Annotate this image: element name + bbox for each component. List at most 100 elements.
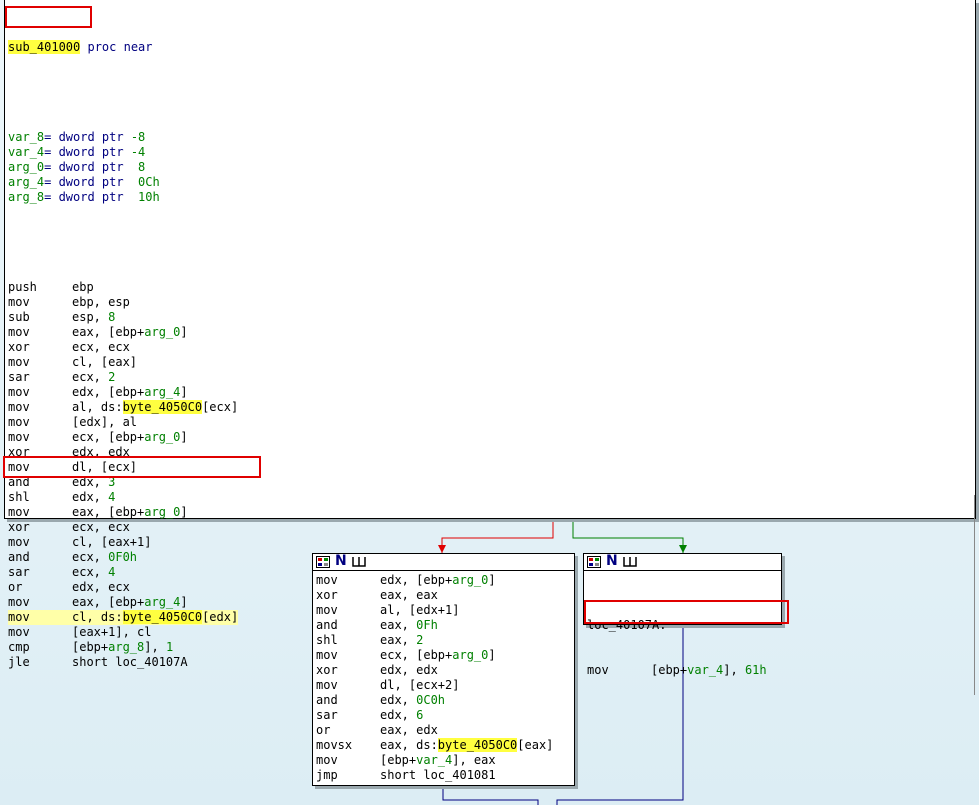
immediate-value[interactable]: 0C0h	[416, 693, 445, 707]
operand-text: [ebp+	[380, 753, 417, 767]
instruction-line[interactable]: mov eax, [ebp+arg_0]	[8, 505, 238, 520]
immediate-value[interactable]: 0F0h	[108, 550, 137, 564]
instruction-line[interactable]: mov [edx], al	[8, 415, 238, 430]
instruction-line[interactable]: cmp [ebp+arg_8], 1	[8, 640, 238, 655]
immediate-value[interactable]: 4	[108, 490, 115, 504]
mnemonic: mov	[8, 325, 30, 339]
block-header: N	[313, 554, 574, 571]
instruction-line[interactable]: mov ecx, [ebp+arg_0]	[8, 430, 238, 445]
instruction-line[interactable]: shl eax, 2	[316, 633, 553, 648]
immediate-value[interactable]: 4	[108, 565, 115, 579]
stack-var-ref[interactable]: arg_0	[452, 648, 488, 662]
code-block-left[interactable]: N mov edx, [ebp+arg_0] xor eax, eax mov al, […	[312, 553, 575, 786]
mnemonic: or	[316, 723, 331, 737]
instruction-line[interactable]: mov [ebp+var_4], eax	[316, 753, 553, 768]
instruction-line[interactable]: mov al, ds:byte_4050C0[ecx]	[8, 400, 238, 415]
stack-var-ref[interactable]: arg_0	[452, 573, 488, 587]
stack-var-ref[interactable]: var_4	[416, 753, 452, 767]
instruction-line[interactable]: mov eax, [ebp+arg_0]	[8, 325, 238, 340]
instruction-line[interactable]: jmp short loc_401081	[316, 768, 553, 783]
immediate-value[interactable]: 0Fh	[416, 618, 438, 632]
immediate-value[interactable]: 1	[166, 640, 173, 654]
graph-node-n-icon: N	[335, 553, 347, 569]
instruction-line[interactable]: mov cl, ds:byte_4050C0[edx]	[8, 610, 239, 625]
immediate-value[interactable]: 2	[416, 633, 423, 647]
stack-var-name[interactable]: var_4	[8, 145, 44, 159]
right-scroll-edge[interactable]	[974, 495, 979, 695]
graph-node-flow-icon	[622, 556, 638, 568]
mnemonic: mov	[8, 355, 30, 369]
stack-var-decl[interactable]: var_4= dword ptr -4	[8, 145, 238, 160]
immediate-value[interactable]: 61h	[745, 663, 767, 677]
instruction-line[interactable]: mov ebp, esp	[8, 295, 238, 310]
operand-text: ecx, [ebp+	[380, 648, 453, 662]
stack-var-decl[interactable]: arg_0= dword ptr 8	[8, 160, 238, 175]
stack-var-decl[interactable]: arg_8= dword ptr 10h	[8, 190, 238, 205]
code-block-right[interactable]: N loc_40107A: mov [ebp+var_4], 61h	[583, 553, 789, 677]
highlighted-symbol[interactable]: byte_4050C0	[122, 610, 203, 624]
code-block-main[interactable]: sub_401000 proc near var_8= dword ptr -8…	[3, 0, 976, 669]
instruction-line[interactable]: mov eax, [ebp+arg_4]	[8, 595, 238, 610]
graph-node-flow-icon	[351, 556, 367, 568]
instruction-line[interactable]: push ebp	[8, 280, 238, 295]
operand-text: edx,	[72, 490, 109, 504]
instruction-line[interactable]: mov cl, [eax+1]	[8, 535, 238, 550]
instruction-line[interactable]: mov dl, [ecx+2]	[316, 678, 553, 693]
instruction-line[interactable]: or edx, ecx	[8, 580, 238, 595]
func-name[interactable]: sub_401000	[8, 40, 81, 54]
immediate-value[interactable]: 6	[416, 708, 423, 722]
operand-text: eax, [ebp+	[72, 595, 145, 609]
instruction-line[interactable]: sar ecx, 2	[8, 370, 238, 385]
mnemonic: shl	[316, 633, 338, 647]
mnemonic: mov	[8, 400, 30, 414]
instruction-line[interactable]: and eax, 0Fh	[316, 618, 553, 633]
operand-text: short loc_40107A	[72, 655, 188, 669]
instruction-line[interactable]: mov [ebp+var_4], 61h	[587, 663, 767, 678]
highlighted-symbol[interactable]: byte_4050C0	[122, 400, 203, 414]
instruction-line[interactable]: mov al, [edx+1]	[316, 603, 553, 618]
operand-text: ]	[488, 573, 496, 587]
operand-text: ]	[180, 325, 188, 339]
instruction-line[interactable]: sar ecx, 4	[8, 565, 238, 580]
stack-var-ref[interactable]: arg_4	[144, 595, 180, 609]
immediate-value[interactable]: 8	[108, 310, 115, 324]
instruction-line[interactable]: sar edx, 6	[316, 708, 553, 723]
stack-var-ref[interactable]: arg_4	[144, 385, 180, 399]
instruction-line[interactable]: and edx, 0C0h	[316, 693, 553, 708]
instruction-line[interactable]: and ecx, 0F0h	[8, 550, 238, 565]
highlighted-symbol[interactable]: byte_4050C0	[437, 738, 518, 752]
instruction-line[interactable]: mov edx, [ebp+arg_4]	[8, 385, 238, 400]
instruction-line[interactable]: xor ecx, ecx	[8, 340, 238, 355]
instruction-line[interactable]: xor edx, edx	[316, 663, 553, 678]
instruction-line[interactable]: sub esp, 8	[8, 310, 238, 325]
instruction-line[interactable]: xor eax, eax	[316, 588, 553, 603]
stack-var-name[interactable]: arg_8	[8, 190, 44, 204]
instruction-line[interactable]: mov [eax+1], cl	[8, 625, 238, 640]
stack-var-ref[interactable]: arg_0	[144, 505, 180, 519]
instruction-line[interactable]: mov edx, [ebp+arg_0]	[316, 573, 553, 588]
mnemonic: sub	[8, 310, 30, 324]
stack-var-name[interactable]: arg_0	[8, 160, 44, 174]
instruction-line[interactable]: mov ecx, [ebp+arg_0]	[316, 648, 553, 663]
stack-var-decl[interactable]: var_8= dword ptr -8	[8, 130, 238, 145]
stack-var-ref[interactable]: arg_0	[144, 430, 180, 444]
instruction-line[interactable]: jle short loc_40107A	[8, 655, 238, 670]
operand-text: cl, [eax+1]	[72, 535, 152, 549]
instruction-line[interactable]: or eax, edx	[316, 723, 553, 738]
stack-var-decl[interactable]: arg_4= dword ptr 0Ch	[8, 175, 238, 190]
mnemonic: mov	[587, 663, 609, 677]
stack-var-ref[interactable]: arg_8	[108, 640, 144, 654]
instruction-line[interactable]: shl edx, 4	[8, 490, 238, 505]
immediate-value[interactable]: 2	[108, 370, 115, 384]
mnemonic: mov	[8, 295, 30, 309]
stack-var-ref[interactable]: var_4	[687, 663, 723, 677]
stack-var-ref[interactable]: arg_0	[144, 325, 180, 339]
func-decl: proc near	[80, 40, 153, 54]
mnemonic: mov	[316, 678, 338, 692]
mnemonic: mov	[8, 415, 30, 429]
instruction-line[interactable]: mov cl, [eax]	[8, 355, 238, 370]
instruction-line[interactable]: xor ecx, ecx	[8, 520, 238, 535]
stack-var-name[interactable]: var_8	[8, 130, 44, 144]
stack-var-name[interactable]: arg_4	[8, 175, 44, 189]
instruction-line[interactable]: movsx eax, ds:byte_4050C0[eax]	[316, 738, 553, 753]
